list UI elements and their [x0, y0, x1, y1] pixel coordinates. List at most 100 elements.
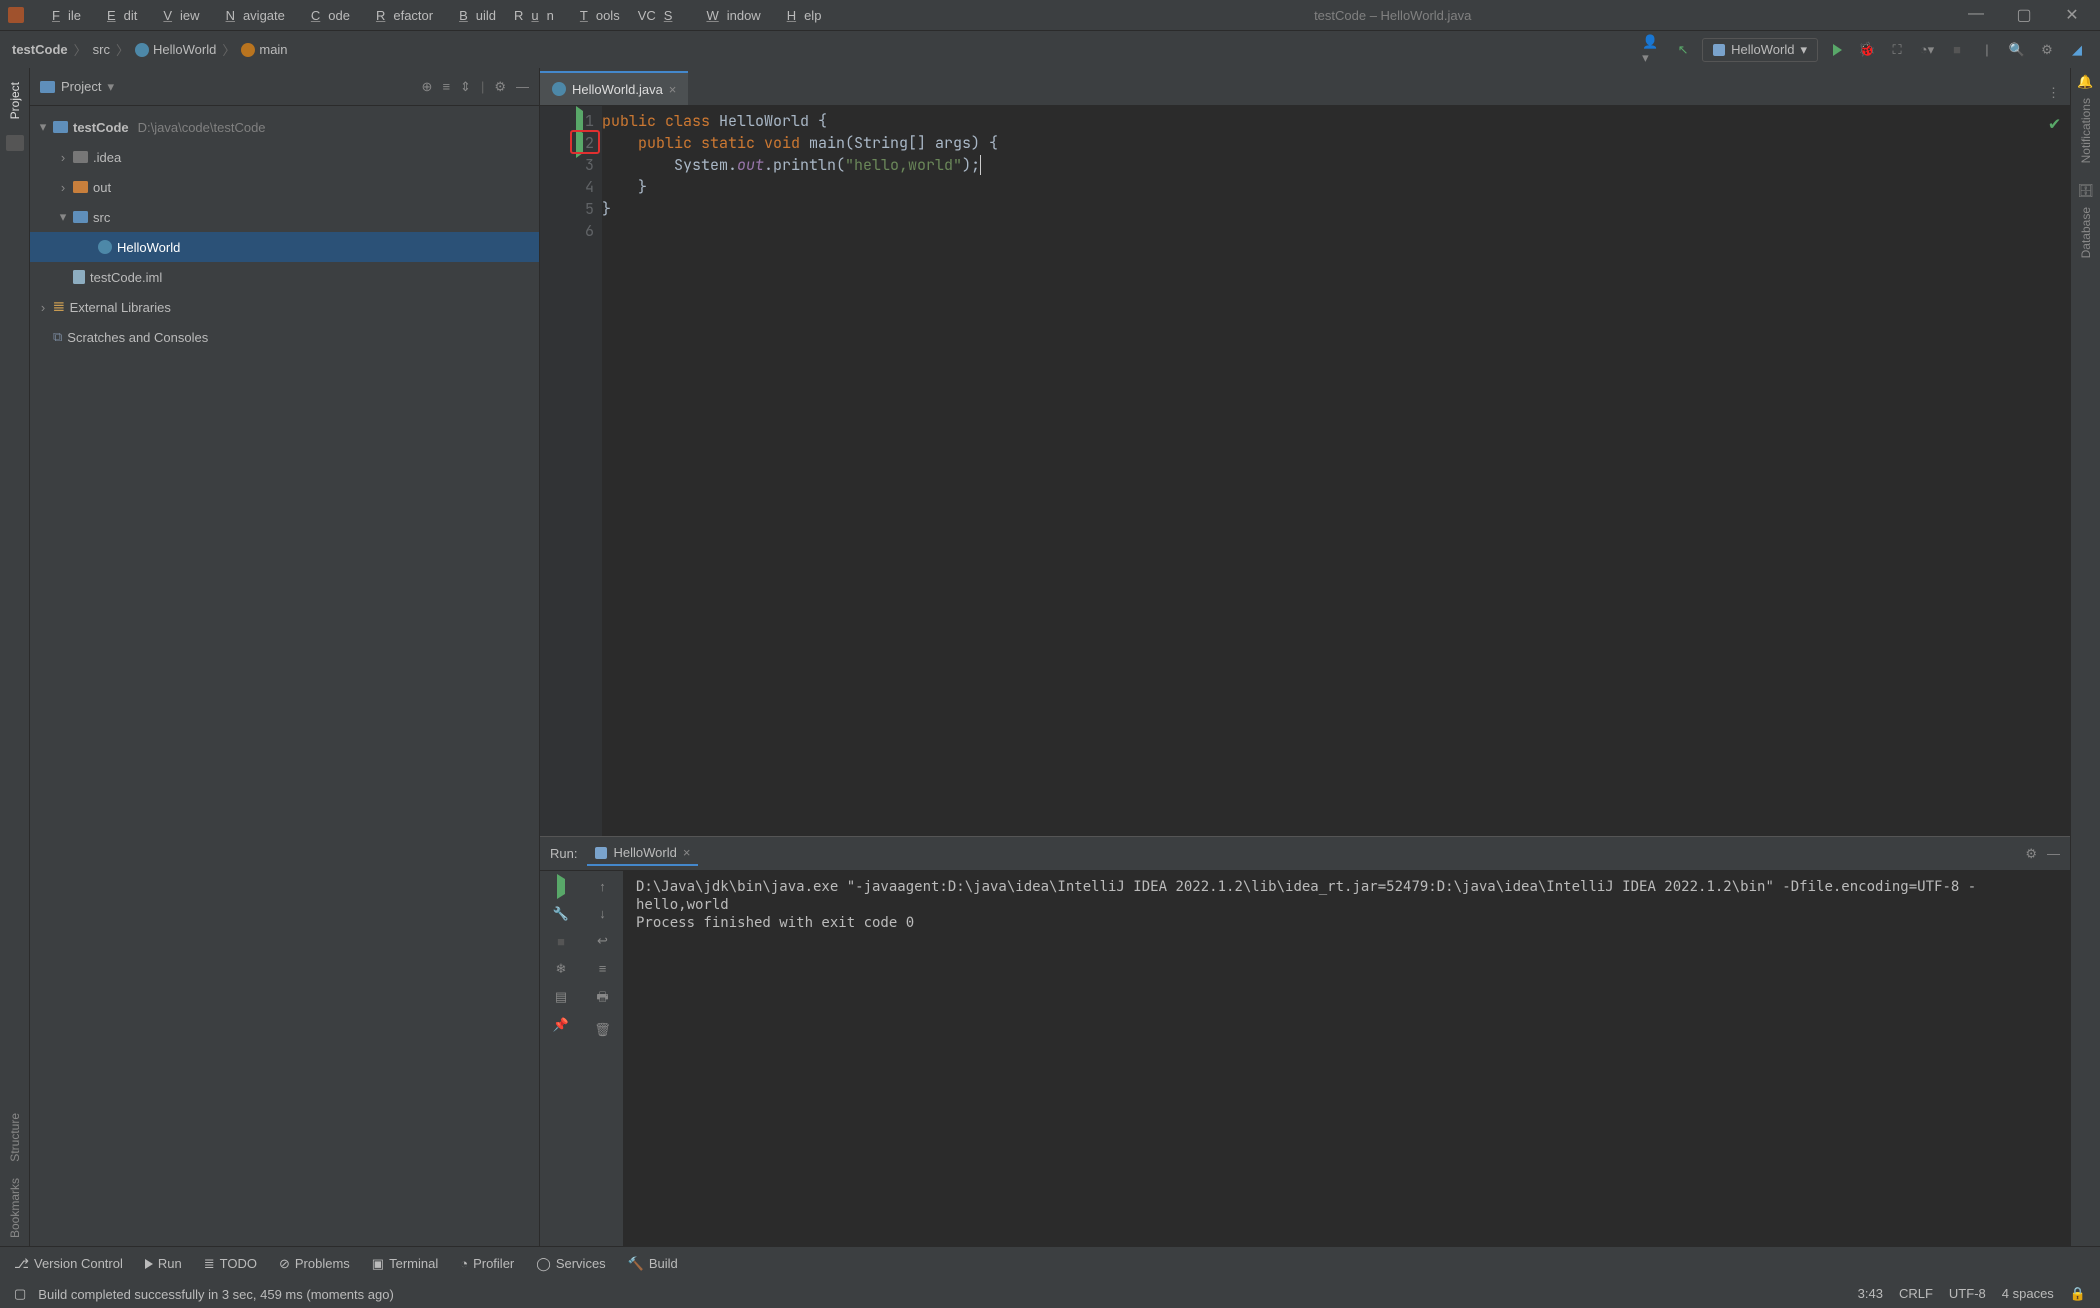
menu-navigate[interactable]: Navigate — [210, 4, 293, 27]
inspection-ok-icon[interactable]: ✔ — [2049, 112, 2060, 135]
tool-bookmarks-tab[interactable]: Bookmarks — [6, 1170, 24, 1246]
tab-label: HelloWorld.java — [572, 82, 663, 97]
tab-menu-icon[interactable]: ⋮ — [2037, 81, 2070, 105]
run-panel-tab[interactable]: HelloWorld × — [587, 841, 698, 866]
menu-edit[interactable]: Edit — [91, 4, 145, 27]
todo-icon: ≣ — [204, 1256, 215, 1272]
status-encoding[interactable]: UTF-8 — [1949, 1286, 1986, 1302]
status-square-icon[interactable]: ▢ — [14, 1286, 26, 1302]
breadcrumb-src[interactable]: src — [93, 42, 110, 57]
gear-icon[interactable]: ⚙ — [2025, 846, 2037, 862]
menu-tools[interactable]: Tools — [564, 4, 628, 27]
gutter-highlight-box — [570, 130, 600, 154]
debug-button[interactable]: 🐞 — [1856, 39, 1878, 61]
status-indent[interactable]: 4 spaces — [2002, 1286, 2054, 1302]
tree-scratches[interactable]: ⧉ Scratches and Consoles — [30, 322, 539, 352]
status-caret-pos[interactable]: 3:43 — [1858, 1286, 1883, 1302]
breadcrumb-project[interactable]: testCode — [12, 42, 68, 57]
lock-icon[interactable]: 🔒 — [2070, 1286, 2086, 1302]
expand-all-icon[interactable]: ≡ — [442, 79, 450, 95]
run-panel-header: Run: HelloWorld × ⚙ — — [540, 837, 2070, 871]
tool-structure-tab[interactable]: Structure — [6, 1105, 24, 1170]
tree-iml[interactable]: testCode.iml — [30, 262, 539, 292]
down-arrow-icon[interactable]: ↓ — [599, 906, 606, 921]
tool-project-tab[interactable]: Project — [6, 74, 24, 127]
hide-panel-icon[interactable]: — — [2047, 846, 2060, 862]
menu-refactor[interactable]: Refactor — [360, 4, 441, 27]
pin-icon[interactable]: 📌 — [553, 1017, 569, 1033]
libraries-icon: 𝌆 — [53, 299, 65, 315]
tool-notifications-tab[interactable]: Notifications — [2077, 90, 2095, 171]
scroll-to-end-icon[interactable]: ≡ — [599, 961, 607, 976]
wrench-icon[interactable]: 🔧 — [553, 906, 569, 922]
minimize-button[interactable]: — — [1956, 5, 1996, 25]
close-button[interactable]: ✕ — [2052, 5, 2092, 25]
tool-database-tab[interactable]: Database — [2077, 199, 2095, 266]
project-panel: Project ▾ ⊕ ≡ ⇕ | ⚙ — ▾ testCode D:\java… — [30, 68, 540, 1246]
tree-idea[interactable]: › .idea — [30, 142, 539, 172]
menu-help[interactable]: Help — [771, 4, 830, 27]
stop-square-icon[interactable]: ■ — [557, 934, 565, 949]
close-tab-icon[interactable]: × — [669, 82, 677, 97]
tree-external-libs[interactable]: ›𝌆 External Libraries — [30, 292, 539, 322]
tree-src[interactable]: ▾ src — [30, 202, 539, 232]
split-icon[interactable]: ▤ — [555, 989, 567, 1005]
menu-code[interactable]: Code — [295, 4, 358, 27]
tree-helloworld[interactable]: HelloWorld — [30, 232, 539, 262]
menu-view[interactable]: View — [147, 4, 207, 27]
search-button[interactable]: 🔍 — [2006, 39, 2028, 61]
run-button[interactable] — [1826, 39, 1848, 61]
menu-window[interactable]: Window — [690, 4, 768, 27]
class-icon — [135, 43, 149, 57]
tree-root[interactable]: ▾ testCode D:\java\code\testCode — [30, 112, 539, 142]
tree-out[interactable]: › out — [30, 172, 539, 202]
tool-terminal[interactable]: ▣Terminal — [372, 1256, 438, 1272]
run-config-selector[interactable]: HelloWorld ▾ — [1702, 38, 1818, 62]
profile-button[interactable]: ◔▾ — [1916, 39, 1938, 61]
soft-wrap-icon[interactable]: ↩ — [597, 933, 608, 949]
database-icon[interactable]: 🗄 — [2077, 183, 2094, 199]
chevron-down-icon[interactable]: ▾ — [107, 79, 114, 95]
tool-profiler[interactable]: ◔Profiler — [460, 1256, 514, 1271]
stop-button[interactable]: ■ — [1946, 39, 1968, 61]
notifications-bell-icon[interactable]: 🔔 — [2077, 74, 2093, 90]
menu-file[interactable]: File — [36, 4, 89, 27]
tab-helloworld[interactable]: HelloWorld.java × — [540, 71, 688, 105]
coverage-button[interactable]: ⛶ — [1886, 39, 1908, 61]
editor-body[interactable]: 1 2 3 4 5 6 public class HelloWorld { pu… — [540, 106, 2070, 836]
run-console[interactable]: D:\Java\jdk\bin\java.exe "-javaagent:D:\… — [624, 871, 2070, 1246]
settings-button[interactable]: ⚙ — [2036, 39, 2058, 61]
idea-services-icon[interactable]: ◢ — [2066, 39, 2088, 61]
print-icon[interactable]: 🖶 — [596, 988, 608, 1010]
folder-icon[interactable] — [6, 135, 24, 151]
close-icon[interactable]: × — [683, 845, 691, 860]
collapse-all-icon[interactable]: ⇕ — [460, 79, 471, 95]
tool-todo[interactable]: ≣TODO — [204, 1256, 257, 1272]
layout-icon[interactable]: ❄ — [556, 961, 567, 977]
project-header-title: Project — [61, 79, 101, 94]
breadcrumb: testCode 〉 src 〉 HelloWorld 〉 main — [12, 40, 288, 59]
run-body: 🔧 ■ ❄ ▤ 📌 ↑ ↓ ↩ ≡ 🖶 🗑 D:\Java\jdk\bin\ja… — [540, 871, 2070, 1246]
gear-icon[interactable]: ⚙ — [494, 79, 506, 95]
trash-icon[interactable]: 🗑 — [594, 1022, 611, 1038]
tool-version-control[interactable]: ⎇Version Control — [14, 1256, 123, 1272]
tool-run[interactable]: Run — [145, 1256, 182, 1271]
code-area[interactable]: public class HelloWorld { public static … — [602, 106, 2070, 836]
breadcrumb-class[interactable]: HelloWorld — [135, 42, 216, 57]
up-arrow-icon[interactable]: ↑ — [599, 879, 606, 894]
scroll-from-source-icon[interactable]: ⊕ — [422, 79, 433, 95]
editor-tabs: HelloWorld.java × ⋮ — [540, 68, 2070, 106]
menu-vcs[interactable]: VCS — [630, 4, 689, 27]
breadcrumb-method[interactable]: main — [241, 42, 287, 57]
add-user-icon[interactable]: 👤▾ — [1642, 39, 1664, 61]
tool-services[interactable]: ◯Services — [536, 1256, 605, 1272]
menu-build[interactable]: Build — [443, 4, 504, 27]
menu-run[interactable]: Run — [506, 4, 562, 27]
maximize-button[interactable]: ▢ — [2004, 5, 2044, 25]
tool-build[interactable]: 🔨Build — [628, 1256, 678, 1272]
status-line-separator[interactable]: CRLF — [1899, 1286, 1933, 1302]
tool-problems[interactable]: ⊘Problems — [279, 1256, 350, 1272]
hide-panel-icon[interactable]: — — [516, 79, 529, 95]
rerun-icon[interactable] — [557, 879, 565, 894]
back-icon[interactable]: ↖ — [1672, 39, 1694, 61]
